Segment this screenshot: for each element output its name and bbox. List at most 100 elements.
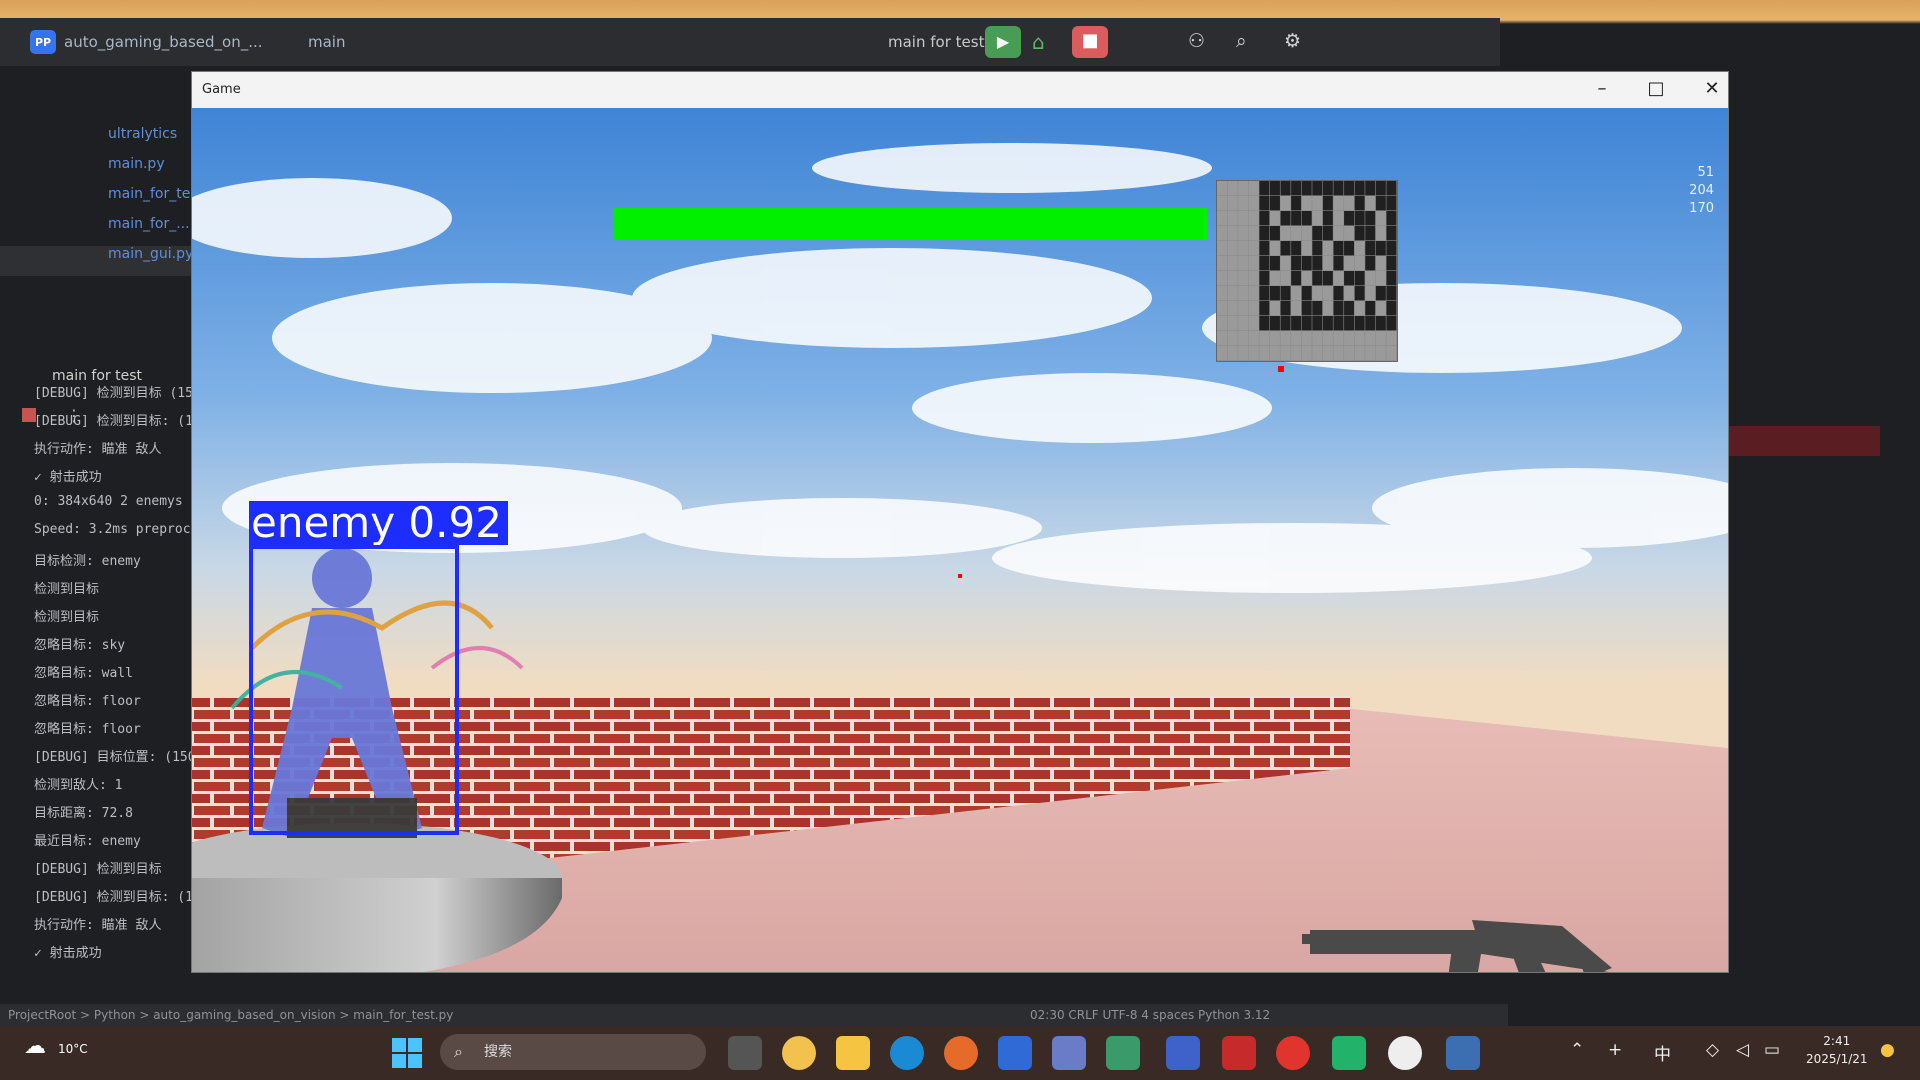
minimap-cell — [1322, 346, 1333, 361]
minimap-cell — [1227, 196, 1238, 211]
clock[interactable]: 2:41 2025/1/21 — [1806, 1032, 1868, 1068]
minimap-cell — [1365, 181, 1376, 196]
taskbar-search[interactable]: ⌕ 搜索 — [440, 1034, 706, 1070]
python-icon[interactable] — [1446, 1036, 1480, 1070]
debug-icon[interactable]: ⌂ — [1032, 30, 1045, 54]
hud-stat: 51 — [1697, 165, 1714, 180]
volume-icon[interactable]: ◁ — [1736, 1040, 1749, 1060]
wifi-icon[interactable]: ◇ — [1706, 1040, 1719, 1060]
file-explorer-icon[interactable] — [836, 1036, 870, 1070]
minimap-cell — [1248, 316, 1259, 331]
maximize-icon[interactable]: □ — [1636, 78, 1676, 99]
minimap-cell — [1344, 316, 1355, 331]
tree-item[interactable]: main.py — [108, 156, 165, 172]
app-icon[interactable] — [1052, 1036, 1086, 1070]
console-line: Speed: 3.2ms preprocess — [34, 522, 215, 537]
ime-icon[interactable]: 中 — [1654, 1040, 1671, 1065]
tree-item[interactable]: main_for_... — [108, 216, 190, 232]
minimap-cell — [1291, 286, 1302, 301]
plus-icon[interactable]: + — [1608, 1040, 1622, 1060]
edge-icon[interactable] — [890, 1036, 924, 1070]
run-config-selector[interactable]: main for test — [888, 33, 984, 51]
minimap-cell — [1238, 211, 1249, 226]
game-viewport[interactable]: enemy 0.92 51 204 170 — [192, 108, 1728, 972]
console-line: 检测到目标 — [34, 610, 100, 625]
minimap-cell — [1365, 346, 1376, 361]
minimap-cell — [1248, 241, 1259, 256]
firefox-icon[interactable] — [944, 1036, 978, 1070]
minimap-cell — [1333, 196, 1344, 211]
minimap-cell — [1269, 181, 1280, 196]
chevron-up-icon[interactable]: ⌃ — [1570, 1040, 1584, 1060]
minimap-cell — [1217, 181, 1227, 196]
minimap-cell — [1312, 196, 1323, 211]
minimap-cell — [1301, 196, 1312, 211]
minimap-cell — [1280, 181, 1291, 196]
console-line: 忽略目标: floor — [34, 694, 141, 709]
minimap-cell — [1386, 211, 1397, 226]
minimap-cell — [1291, 301, 1302, 316]
tree-item[interactable]: ultralytics — [108, 126, 177, 142]
app-icon[interactable] — [1106, 1036, 1140, 1070]
minimap-cell — [1333, 301, 1344, 316]
minimap-cell — [1217, 211, 1227, 226]
minimap-cell — [1375, 301, 1386, 316]
notification-icon[interactable]: ● — [1880, 1040, 1895, 1060]
minimap-cell — [1269, 331, 1280, 346]
minimap-cell — [1259, 256, 1270, 271]
minimap-cell — [1248, 196, 1259, 211]
app-icon[interactable] — [1276, 1036, 1310, 1070]
minimize-icon[interactable]: – — [1582, 78, 1622, 99]
console-line: 目标距离: 72.8 — [34, 806, 133, 821]
powershell-icon[interactable] — [1166, 1036, 1200, 1070]
clock-date: 2025/1/21 — [1806, 1052, 1868, 1066]
minimap-cell — [1227, 211, 1238, 226]
minimap-cell — [1259, 331, 1270, 346]
branch-selector[interactable]: main — [308, 33, 345, 51]
minimap-cell — [1322, 196, 1333, 211]
qq-icon[interactable] — [1388, 1036, 1422, 1070]
minimap-cell — [1259, 181, 1270, 196]
minimap-cell — [1280, 286, 1291, 301]
battery-icon[interactable]: ▭ — [1764, 1040, 1780, 1060]
minimap-cell — [1322, 211, 1333, 226]
run-button[interactable]: ▶ — [985, 26, 1021, 58]
tree-item[interactable]: main_gui.py — [108, 246, 193, 262]
app-icon[interactable] — [782, 1036, 816, 1070]
minimap-cell — [1217, 196, 1227, 211]
task-view-icon[interactable] — [728, 1036, 762, 1070]
wps-icon[interactable] — [1222, 1036, 1256, 1070]
minimap-cell — [1269, 256, 1280, 271]
console-line: 忽略目标: floor — [34, 722, 141, 737]
stop-button[interactable]: ■ — [1072, 26, 1108, 58]
minimap-cell — [1280, 211, 1291, 226]
minimap-cell — [1269, 226, 1280, 241]
minimap-cell — [1217, 226, 1227, 241]
settings-icon[interactable]: ⚙ — [1284, 30, 1301, 52]
minimap-cell — [1301, 316, 1312, 331]
breadcrumb[interactable]: ProjectRoot > Python > auto_gaming_based… — [8, 1008, 453, 1022]
project-badge[interactable]: PP — [30, 30, 56, 54]
windows-start-icon[interactable] — [392, 1038, 422, 1068]
minimap-cell — [1301, 181, 1312, 196]
minimap-cell — [1248, 256, 1259, 271]
minimap-cell — [1238, 226, 1249, 241]
minimap-cell — [1259, 316, 1270, 331]
minimap-cell — [1269, 241, 1280, 256]
minimap-cell — [1365, 271, 1376, 286]
pycharm-icon[interactable] — [1332, 1036, 1366, 1070]
console-line: [DEBUG] 检测到目标 (150 — [34, 386, 201, 401]
minimap — [1216, 180, 1398, 362]
close-icon[interactable]: ✕ — [1692, 78, 1732, 99]
project-name[interactable]: auto_gaming_based_on_... — [64, 33, 263, 51]
store-icon[interactable] — [998, 1036, 1032, 1070]
game-window-titlebar: Game – □ ✕ — [192, 72, 1728, 108]
minimap-cell — [1322, 181, 1333, 196]
user-icon[interactable]: ⚇ — [1188, 30, 1205, 52]
weather-icon[interactable]: ☁ — [24, 1034, 46, 1059]
minimap-cell — [1248, 301, 1259, 316]
minimap-cell — [1217, 331, 1227, 346]
player-marker — [1278, 366, 1284, 372]
weather-temp[interactable]: 10°C — [58, 1042, 88, 1056]
search-icon[interactable]: ⌕ — [1236, 30, 1247, 52]
